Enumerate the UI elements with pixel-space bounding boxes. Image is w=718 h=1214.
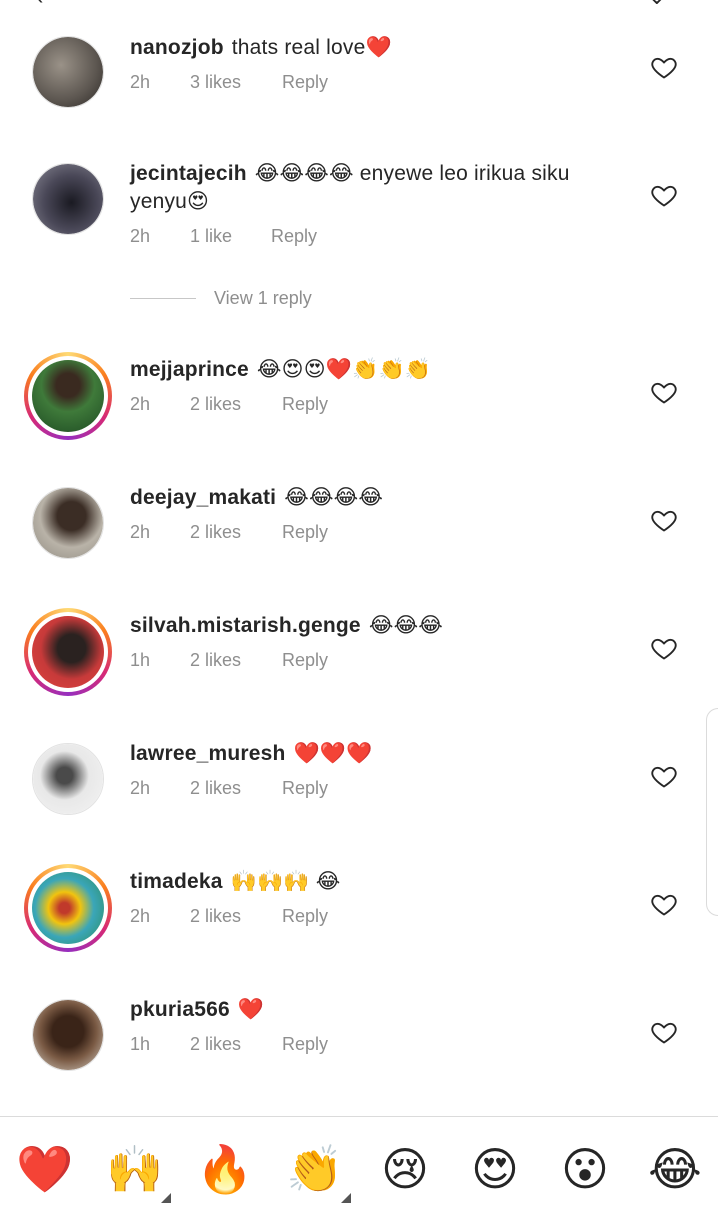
back-icon[interactable]: ‹	[36, 0, 43, 8]
comment-likes[interactable]: 3 likes	[190, 72, 282, 93]
comment-username[interactable]: nanozjob	[130, 36, 224, 59]
comment-text: ❤️	[237, 998, 265, 1021]
comment-username[interactable]: mejjaprince	[130, 358, 249, 381]
comment-likes[interactable]: 2 likes	[190, 522, 282, 543]
comment-time: 2h	[130, 394, 151, 414]
reply-button[interactable]: Reply	[282, 72, 328, 93]
heart-eyes-emoji-button[interactable]: 😍	[465, 1139, 525, 1199]
comment-likes[interactable]: 2 likes	[190, 650, 282, 671]
fire-emoji-button[interactable]: 🔥	[195, 1139, 255, 1199]
heart-outline-icon[interactable]	[650, 181, 680, 211]
emoji-reaction-bar: ❤️ 🙌 🔥 👏 😢 😍 😮 😂	[0, 1116, 718, 1214]
comment-username[interactable]: silvah.mistarish.genge	[130, 614, 361, 637]
laughing-emoji-button[interactable]: 😂	[645, 1139, 705, 1199]
comment-likes[interactable]: 2 likes	[190, 1034, 282, 1055]
comment-time: 1h	[130, 650, 151, 670]
comment-username[interactable]: jecintajecih	[130, 162, 247, 185]
crying-emoji-button[interactable]: 😢	[375, 1139, 435, 1199]
reply-button[interactable]: Reply	[282, 906, 328, 927]
raised-hands-emoji-button[interactable]: 🙌	[105, 1139, 171, 1203]
comment-time: 2h	[130, 72, 151, 92]
avatar[interactable]	[24, 352, 112, 440]
reply-button[interactable]: Reply	[282, 778, 328, 799]
reply-button[interactable]: Reply	[271, 226, 317, 247]
comment-time: 2h	[130, 906, 151, 926]
comment-username[interactable]: timadeka	[130, 870, 223, 893]
reply-button[interactable]: Reply	[282, 650, 328, 671]
comment-likes[interactable]: 2 likes	[190, 394, 282, 415]
comment-text: 🙌🙌🙌 😂	[230, 870, 341, 893]
avatar[interactable]	[32, 36, 104, 108]
avatar[interactable]	[24, 608, 112, 696]
comment-time: 1h	[130, 1034, 151, 1054]
comment-likes[interactable]: 2 likes	[190, 906, 282, 927]
comment-username[interactable]: pkuria566	[130, 998, 230, 1021]
comment-text: 😂😍😍❤️👏👏👏	[256, 358, 432, 381]
divider-line	[130, 298, 196, 299]
heart-outline-icon[interactable]	[650, 53, 680, 83]
skin-tone-indicator-icon	[341, 1193, 351, 1203]
reply-button[interactable]: Reply	[282, 522, 328, 543]
comments-screen: ‹ ⌄ nanozjob thats real love❤️ 2h 3 likes…	[0, 0, 718, 1214]
heart-outline-icon[interactable]	[650, 1018, 680, 1048]
raised-hands-emoji: 🙌	[106, 1143, 164, 1195]
chevron-down-icon[interactable]: ⌄	[648, 0, 666, 8]
avatar[interactable]	[32, 163, 104, 235]
comment-text: 😂😂😂	[368, 614, 444, 637]
side-scroll-handle[interactable]	[706, 708, 718, 916]
comment-username[interactable]: deejay_makati	[130, 486, 276, 509]
heart-outline-icon[interactable]	[650, 506, 680, 536]
avatar[interactable]	[32, 999, 104, 1071]
clapping-emoji-button[interactable]: 👏	[285, 1139, 351, 1203]
surprised-emoji-button[interactable]: 😮	[555, 1139, 615, 1199]
comment-time: 2h	[130, 778, 151, 798]
reply-button[interactable]: Reply	[282, 394, 328, 415]
comment-text: 😂😂😂😂	[284, 486, 384, 509]
avatar[interactable]	[24, 864, 112, 952]
comment-time: 2h	[130, 226, 151, 246]
comment-text: thats real love❤️	[231, 36, 392, 59]
view-replies-label[interactable]: View 1 reply	[214, 288, 312, 309]
comment-likes[interactable]: 2 likes	[190, 778, 282, 799]
comment-time: 2h	[130, 522, 151, 542]
comment-username[interactable]: lawree_muresh	[130, 742, 286, 765]
heart-outline-icon[interactable]	[650, 762, 680, 792]
clapping-emoji: 👏	[286, 1143, 344, 1195]
heart-outline-icon[interactable]	[650, 890, 680, 920]
avatar[interactable]	[32, 743, 104, 815]
skin-tone-indicator-icon	[161, 1193, 171, 1203]
comment-text: ❤️❤️❤️	[293, 742, 373, 765]
heart-outline-icon[interactable]	[650, 634, 680, 664]
heart-emoji-button[interactable]: ❤️	[15, 1139, 75, 1199]
comment-likes[interactable]: 1 like	[190, 226, 271, 247]
avatar[interactable]	[32, 487, 104, 559]
reply-button[interactable]: Reply	[282, 1034, 328, 1055]
view-replies-link[interactable]: View 1 reply	[130, 288, 312, 309]
heart-outline-icon[interactable]	[650, 378, 680, 408]
